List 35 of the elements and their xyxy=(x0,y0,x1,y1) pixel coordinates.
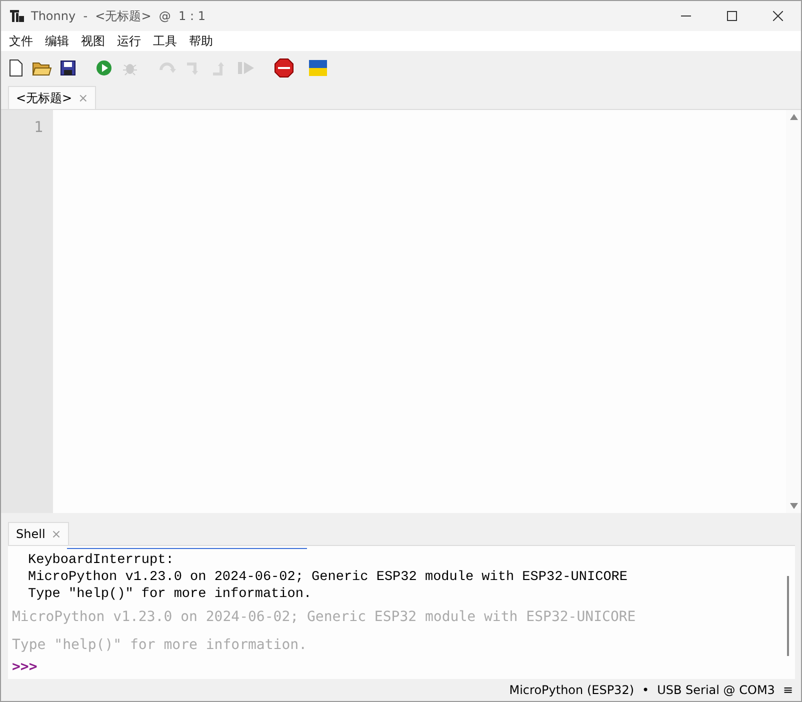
close-icon xyxy=(773,11,783,21)
folder-icon xyxy=(32,60,52,76)
menu-item[interactable]: 工具 xyxy=(147,32,183,50)
window-title: Thonny - <无标题> @ 1 : 1 xyxy=(31,8,206,24)
menu-item[interactable]: 编辑 xyxy=(39,32,75,50)
scroll-up-icon[interactable] xyxy=(790,114,798,120)
shell-line: KeyboardInterrupt: xyxy=(27,552,175,569)
menu-item[interactable]: 运行 xyxy=(111,32,147,50)
status-menu-button[interactable]: ≡ xyxy=(782,683,793,697)
scrollbar-thumb[interactable] xyxy=(786,576,788,656)
shell-line: MicroPython v1.23.0 on 2024-06-02; Generic ESP32 module with ESP32-UNICORE xyxy=(12,608,637,627)
shell-line: MicroPython v1.23.0 on 2024-06-02; Generic ESP32 module with ESP32-UNICORE xyxy=(27,569,628,586)
port-label[interactable]: USB Serial @ COM3 xyxy=(657,683,775,697)
shell-prompt: >>> xyxy=(12,659,38,676)
flag-icon xyxy=(309,60,327,76)
tab-label: Shell xyxy=(16,527,46,541)
resume-icon xyxy=(237,60,255,76)
line-number: 1 xyxy=(32,118,43,136)
maximize-icon xyxy=(727,11,737,21)
shell-line: Type "help()" for more information. xyxy=(27,586,313,603)
stop-sign-icon xyxy=(274,58,294,78)
new-file-icon xyxy=(8,59,24,77)
editor-tab[interactable]: <无标题> × xyxy=(8,86,96,109)
menu-item[interactable]: 帮助 xyxy=(183,32,219,50)
separator-dot: • xyxy=(642,683,650,697)
app-logo-icon xyxy=(9,8,25,24)
shell-tab[interactable]: Shell × xyxy=(8,522,70,545)
interpreter-label[interactable]: MicroPython (ESP32) xyxy=(509,683,634,697)
shell-line: Type "help()" for more information. xyxy=(12,636,308,655)
menu-item[interactable]: 视图 xyxy=(75,32,111,50)
menu-item[interactable]: 文件 xyxy=(3,32,39,50)
toolbar-button[interactable] xyxy=(273,57,295,79)
play-icon xyxy=(96,60,112,76)
tab-label: <无标题> xyxy=(16,90,72,106)
scroll-down-icon[interactable] xyxy=(790,503,798,509)
